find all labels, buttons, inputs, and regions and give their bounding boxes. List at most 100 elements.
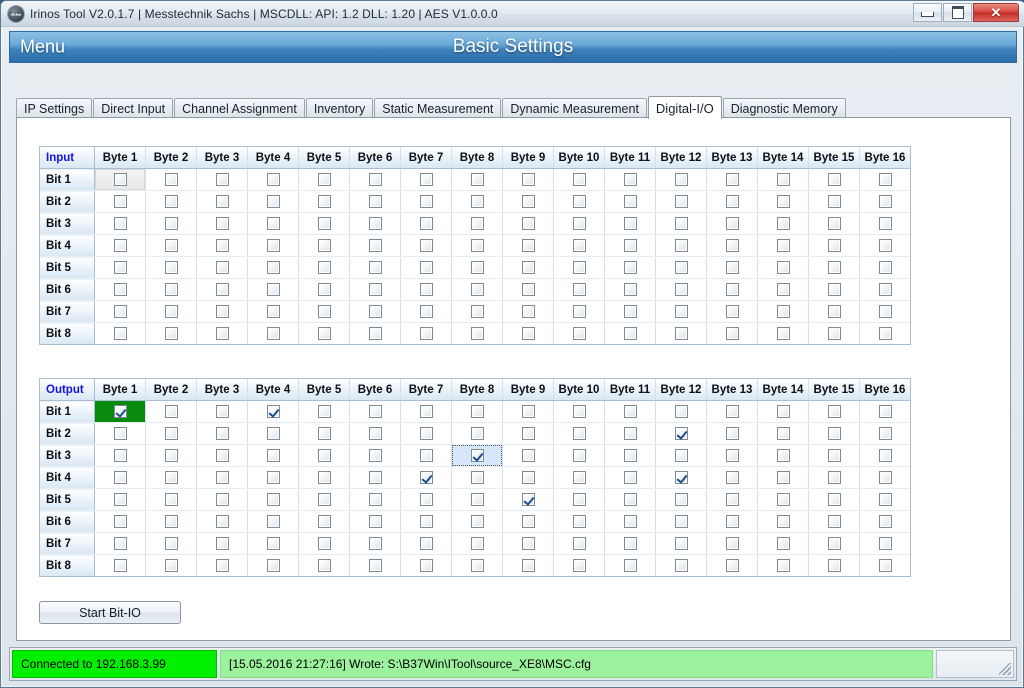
checkbox-unchecked-icon[interactable]	[419, 327, 433, 340]
checkbox-checked-icon[interactable]	[521, 493, 535, 506]
checkbox-unchecked-icon[interactable]	[317, 217, 331, 230]
checkbox-unchecked-icon[interactable]	[623, 427, 637, 440]
input-cell-bit1-byte9[interactable]	[503, 169, 553, 190]
input-cell-bit6-byte9[interactable]	[503, 279, 553, 300]
input-cell-bit5-byte12[interactable]	[656, 257, 706, 278]
output-cell-bit4-byte15[interactable]	[809, 467, 859, 488]
input-cell-bit5-byte9[interactable]	[503, 257, 553, 278]
input-cell-bit2-byte4[interactable]	[248, 191, 298, 212]
input-cell-bit8-byte14[interactable]	[758, 323, 808, 344]
checkbox-unchecked-icon[interactable]	[878, 261, 892, 274]
checkbox-checked-icon[interactable]	[266, 405, 280, 418]
input-cell-bit8-byte3[interactable]	[197, 323, 247, 344]
checkbox-unchecked-icon[interactable]	[368, 217, 382, 230]
checkbox-unchecked-icon[interactable]	[215, 195, 229, 208]
output-cell-bit5-byte13[interactable]	[707, 489, 757, 510]
checkbox-unchecked-icon[interactable]	[113, 537, 127, 550]
output-column-header[interactable]: Byte 4	[247, 379, 299, 401]
output-column-header[interactable]: Byte 14	[757, 379, 809, 401]
output-cell-bit1-byte14[interactable]	[758, 401, 808, 422]
input-cell-bit6-byte6[interactable]	[350, 279, 400, 300]
checkbox-unchecked-icon[interactable]	[623, 217, 637, 230]
checkbox-unchecked-icon[interactable]	[317, 195, 331, 208]
checkbox-unchecked-icon[interactable]	[776, 559, 790, 572]
input-cell-bit1-byte10[interactable]	[554, 169, 604, 190]
input-cell-bit7-byte2[interactable]	[146, 301, 196, 322]
input-cell-bit3-byte7[interactable]	[401, 213, 451, 234]
input-cell-bit6-byte1[interactable]	[95, 279, 145, 300]
checkbox-unchecked-icon[interactable]	[674, 239, 688, 252]
checkbox-unchecked-icon[interactable]	[215, 261, 229, 274]
input-cell-bit5-byte15[interactable]	[809, 257, 859, 278]
checkbox-unchecked-icon[interactable]	[470, 471, 484, 484]
output-row-header[interactable]: Bit 6	[40, 510, 95, 533]
output-cell-bit8-byte12[interactable]	[656, 555, 706, 576]
output-column-header[interactable]: Byte 1	[94, 379, 146, 401]
resize-grip-icon[interactable]	[936, 650, 1014, 678]
output-cell-bit3-byte9[interactable]	[503, 445, 553, 466]
output-cell-bit3-byte10[interactable]	[554, 445, 604, 466]
input-cell-bit1-byte11[interactable]	[605, 169, 655, 190]
checkbox-unchecked-icon[interactable]	[572, 173, 586, 186]
output-cell-bit2-byte11[interactable]	[605, 423, 655, 444]
checkbox-unchecked-icon[interactable]	[368, 283, 382, 296]
checkbox-unchecked-icon[interactable]	[776, 239, 790, 252]
input-cell-bit8-byte9[interactable]	[503, 323, 553, 344]
checkbox-unchecked-icon[interactable]	[317, 449, 331, 462]
output-cell-bit8-byte4[interactable]	[248, 555, 298, 576]
input-cell-bit8-byte11[interactable]	[605, 323, 655, 344]
output-column-header[interactable]: Byte 7	[400, 379, 452, 401]
output-cell-bit1-byte11[interactable]	[605, 401, 655, 422]
output-column-header[interactable]: Byte 2	[145, 379, 197, 401]
input-cell-bit3-byte15[interactable]	[809, 213, 859, 234]
checkbox-unchecked-icon[interactable]	[215, 173, 229, 186]
input-cell-bit7-byte6[interactable]	[350, 301, 400, 322]
checkbox-checked-icon[interactable]	[113, 405, 127, 418]
input-cell-bit5-byte2[interactable]	[146, 257, 196, 278]
checkbox-unchecked-icon[interactable]	[317, 427, 331, 440]
input-cell-bit2-byte14[interactable]	[758, 191, 808, 212]
output-cell-bit5-byte4[interactable]	[248, 489, 298, 510]
input-cell-bit4-byte14[interactable]	[758, 235, 808, 256]
checkbox-unchecked-icon[interactable]	[572, 217, 586, 230]
checkbox-unchecked-icon[interactable]	[368, 427, 382, 440]
checkbox-unchecked-icon[interactable]	[674, 493, 688, 506]
input-cell-bit2-byte1[interactable]	[95, 191, 145, 212]
checkbox-unchecked-icon[interactable]	[215, 471, 229, 484]
checkbox-unchecked-icon[interactable]	[776, 537, 790, 550]
output-cell-bit2-byte6[interactable]	[350, 423, 400, 444]
input-cell-bit1-byte4[interactable]	[248, 169, 298, 190]
input-cell-bit4-byte1[interactable]	[95, 235, 145, 256]
output-cell-bit7-byte8[interactable]	[452, 533, 502, 554]
checkbox-unchecked-icon[interactable]	[266, 493, 280, 506]
checkbox-unchecked-icon[interactable]	[368, 261, 382, 274]
checkbox-unchecked-icon[interactable]	[521, 283, 535, 296]
checkbox-unchecked-icon[interactable]	[215, 283, 229, 296]
input-cell-bit8-byte8[interactable]	[452, 323, 502, 344]
checkbox-unchecked-icon[interactable]	[725, 305, 739, 318]
checkbox-unchecked-icon[interactable]	[572, 559, 586, 572]
checkbox-unchecked-icon[interactable]	[266, 515, 280, 528]
output-cell-bit1-byte10[interactable]	[554, 401, 604, 422]
input-row-header[interactable]: Bit 8	[40, 322, 95, 344]
output-cell-bit2-byte16[interactable]	[860, 423, 910, 444]
checkbox-unchecked-icon[interactable]	[215, 449, 229, 462]
output-cell-bit7-byte4[interactable]	[248, 533, 298, 554]
checkbox-unchecked-icon[interactable]	[674, 195, 688, 208]
input-cell-bit5-byte7[interactable]	[401, 257, 451, 278]
output-cell-bit4-byte13[interactable]	[707, 467, 757, 488]
output-cell-bit6-byte8[interactable]	[452, 511, 502, 532]
input-cell-bit6-byte12[interactable]	[656, 279, 706, 300]
input-cell-bit1-byte7[interactable]	[401, 169, 451, 190]
input-cell-bit7-byte3[interactable]	[197, 301, 247, 322]
checkbox-unchecked-icon[interactable]	[113, 559, 127, 572]
output-cell-bit6-byte5[interactable]	[299, 511, 349, 532]
output-cell-bit8-byte15[interactable]	[809, 555, 859, 576]
input-cell-bit1-byte12[interactable]	[656, 169, 706, 190]
input-cell-bit8-byte1[interactable]	[95, 323, 145, 344]
input-cell-bit5-byte4[interactable]	[248, 257, 298, 278]
output-cell-bit5-byte11[interactable]	[605, 489, 655, 510]
output-cell-bit5-byte15[interactable]	[809, 489, 859, 510]
output-cell-bit3-byte7[interactable]	[401, 445, 451, 466]
checkbox-unchecked-icon[interactable]	[878, 427, 892, 440]
